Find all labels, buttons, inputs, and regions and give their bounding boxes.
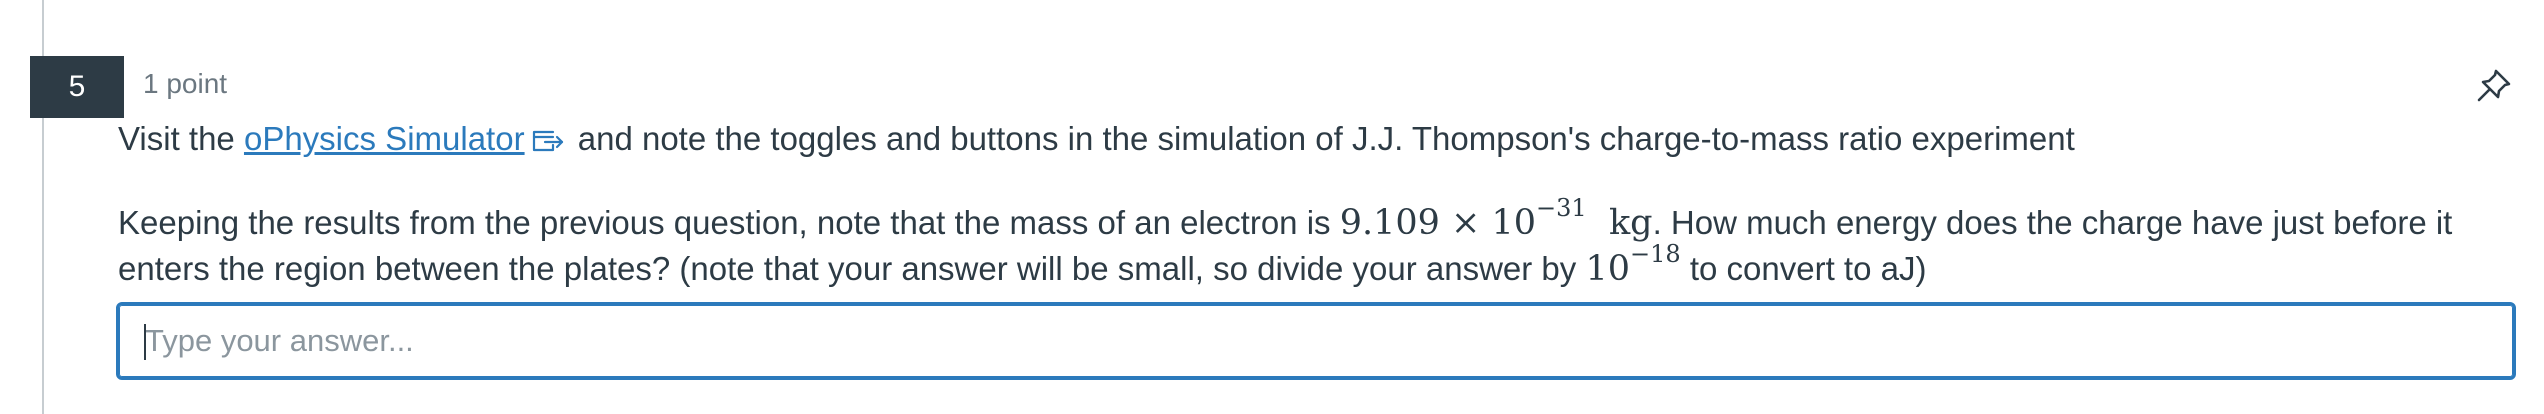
question-body: Keeping the results from the previous qu… [118, 196, 2538, 292]
text-caret [144, 324, 146, 360]
question-intro: Visit the oPhysics Simulator and note th… [118, 120, 2075, 158]
divisor-base: 10 [1585, 249, 1630, 289]
answer-field[interactable] [116, 302, 2516, 380]
ophysics-simulator-link[interactable]: oPhysics Simulator [244, 120, 525, 157]
mass-mantissa: 9.109 × 10 [1339, 203, 1537, 243]
body-part1: Keeping the results from the previous qu… [118, 204, 1340, 241]
question-card: 5 1 point Visit the oPhysics Simulator a… [0, 0, 2544, 414]
pin-icon[interactable] [2474, 66, 2514, 106]
divisor-formula: 10−18 [1585, 242, 1680, 289]
intro-prefix: Visit the [118, 120, 244, 157]
answer-input[interactable] [119, 305, 2513, 377]
electron-mass-formula: 9.109 × 10−31 kg [1339, 196, 1653, 243]
intro-suffix: and note the toggles and buttons in the … [568, 120, 2075, 157]
external-link-icon[interactable] [531, 124, 565, 152]
body-part3: to convert to aJ) [1680, 250, 1927, 287]
mass-unit: kg [1608, 203, 1653, 243]
question-points: 1 point [143, 68, 228, 99]
question-number-badge: 5 [30, 56, 124, 118]
mass-exponent: −31 [1536, 194, 1587, 222]
divisor-exponent: −18 [1630, 240, 1681, 268]
